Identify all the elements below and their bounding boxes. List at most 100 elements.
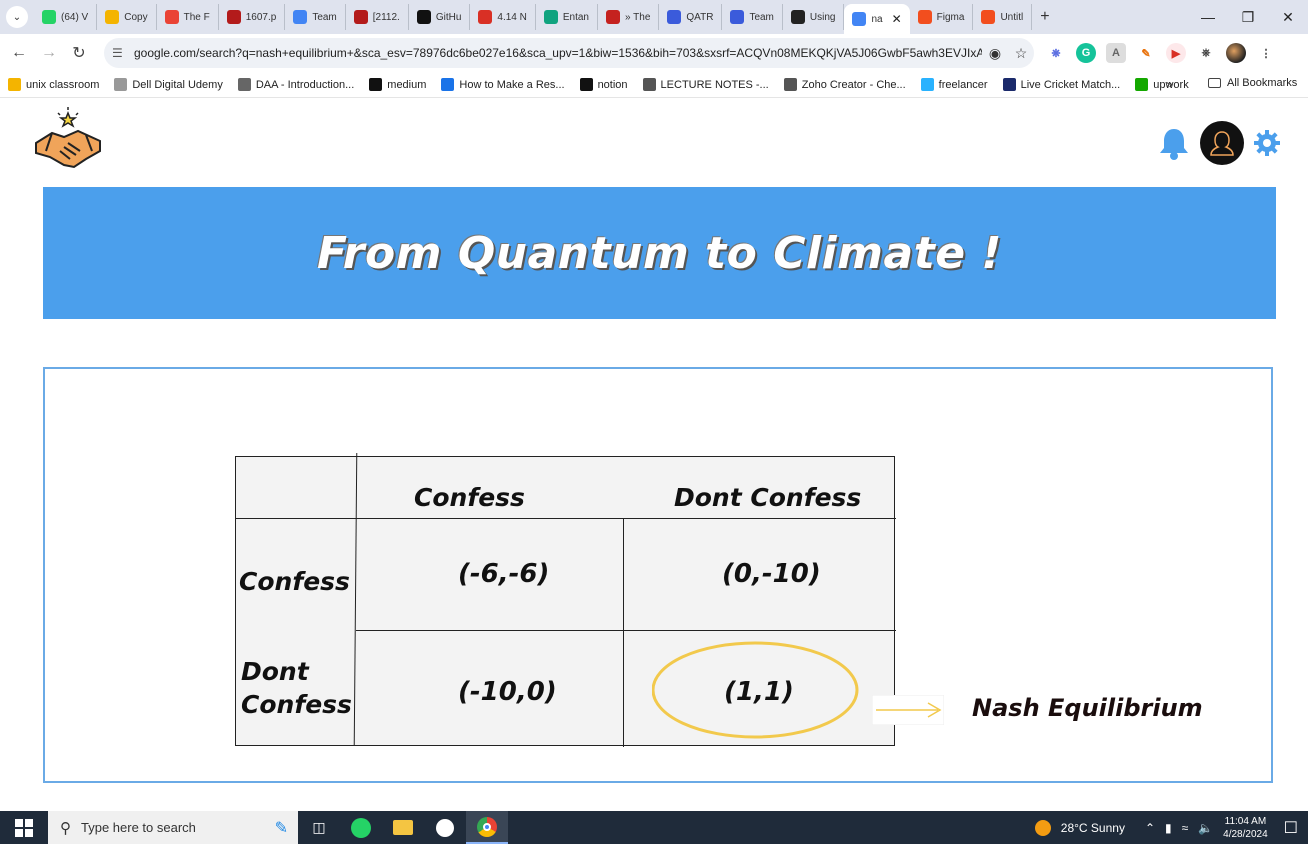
reload-icon[interactable]: ↻ — [64, 38, 94, 68]
extension-record-icon[interactable]: ▶ — [1166, 43, 1186, 63]
all-bookmarks-button[interactable]: All Bookmarks — [1208, 77, 1297, 89]
restore-icon[interactable]: ❐ — [1228, 0, 1268, 34]
search-highlight-icon: ✎ — [274, 819, 288, 837]
extension-pen-icon[interactable]: ✎ — [1136, 43, 1156, 63]
site-info-icon[interactable]: ☰ — [112, 46, 134, 60]
weather-text[interactable]: 28°C Sunny — [1061, 821, 1125, 835]
weather-icon[interactable] — [1034, 819, 1051, 836]
browser-tab[interactable]: [2112. — [346, 4, 409, 30]
bookmark-item[interactable]: Zoho Creator - Che... — [783, 78, 906, 91]
browser-tab[interactable]: 4.14 N — [470, 4, 536, 30]
row-header-confess: Confess — [239, 567, 350, 596]
bookmark-favicon-icon — [783, 78, 797, 91]
tray-chevron-up-icon[interactable]: ⌃ — [1145, 821, 1155, 835]
back-icon[interactable]: ← — [4, 38, 34, 68]
bookmark-item[interactable]: upwork — [1135, 78, 1189, 91]
tab-favicon-icon — [852, 12, 867, 26]
bookmark-item[interactable]: Dell Digital Udemy — [114, 78, 223, 91]
bookmark-favicon-icon — [1002, 78, 1016, 91]
tab-favicon-icon — [790, 10, 805, 24]
task-view-button[interactable]: ◫ — [298, 811, 340, 844]
bookmark-item[interactable]: unix classroom — [8, 78, 99, 91]
taskbar-chrome[interactable] — [466, 811, 508, 844]
taskbar-clock[interactable]: 11:04 AM 4/28/2024 — [1223, 815, 1268, 841]
browser-tab[interactable]: Untitl — [973, 4, 1033, 30]
browser-tab[interactable]: Using — [783, 4, 845, 30]
notifications-icon[interactable]: ☐ — [1284, 818, 1298, 838]
volume-mute-icon[interactable]: 🔈 — [1198, 821, 1213, 835]
bookmark-item[interactable]: DAA - Introduction... — [237, 78, 355, 91]
bookmark-item[interactable]: Live Cricket Match... — [1002, 78, 1121, 91]
taskbar-file-explorer[interactable] — [382, 811, 424, 844]
browser-tab[interactable]: Entan — [536, 4, 598, 30]
bookmark-item[interactable]: freelancer — [920, 78, 988, 91]
bookmark-item[interactable]: medium — [369, 78, 426, 91]
browser-tab[interactable]: 1607.p — [219, 4, 286, 30]
address-bar[interactable]: ☰ google.com/search?q=nash+equilibrium+&… — [104, 38, 1034, 68]
web-page: From Quantum to Climate ! Confess Dont C… — [0, 99, 1308, 811]
tab-active[interactable]: na ✕ — [844, 4, 910, 34]
extension-sparkle-icon[interactable]: ❋ — [1046, 43, 1066, 63]
tab-favicon-icon — [543, 10, 558, 24]
bookmarks-overflow-button[interactable]: » — [1166, 77, 1173, 91]
hero-banner: From Quantum to Climate ! — [43, 187, 1276, 319]
bookmark-item[interactable]: LECTURE NOTES -... — [642, 78, 769, 91]
bookmark-label: Live Cricket Match... — [1020, 78, 1121, 91]
matrix-divider — [236, 518, 896, 519]
browser-tab[interactable]: Team — [285, 4, 346, 30]
browser-tab[interactable]: QATR — [659, 4, 723, 30]
windows-taskbar: ⚲ Type here to search ✎ ◫ 28°C Sunny ⌃ ▮… — [0, 811, 1308, 844]
bookmark-star-icon[interactable]: ☆ — [1008, 45, 1034, 62]
new-tab-button[interactable]: + — [1040, 8, 1049, 26]
bookmark-favicon-icon — [369, 78, 383, 91]
bookmark-item[interactable]: How to Make a Res... — [441, 78, 565, 91]
bookmark-label: notion — [597, 78, 628, 91]
search-icon: ⚲ — [60, 819, 71, 837]
wifi-icon[interactable]: ≈ — [1182, 821, 1189, 835]
menu-kebab-icon[interactable]: ⋮ — [1256, 43, 1276, 63]
bookmark-favicon-icon — [920, 78, 934, 91]
bookmark-favicon-icon — [237, 78, 251, 91]
matrix-divider — [353, 453, 358, 745]
close-window-icon[interactable]: ✕ — [1268, 0, 1308, 34]
profile-avatar-icon[interactable] — [1226, 43, 1246, 63]
settings-gear-icon[interactable] — [1252, 128, 1282, 158]
browser-tab[interactable]: Figma — [910, 4, 974, 30]
bookmark-label: Zoho Creator - Che... — [801, 78, 906, 91]
tab-label: Figma — [936, 11, 965, 23]
browser-tab[interactable]: Team — [722, 4, 783, 30]
taskbar-search[interactable]: ⚲ Type here to search ✎ — [48, 811, 298, 844]
close-tab-icon[interactable]: ✕ — [892, 12, 902, 26]
bookmark-label: freelancer — [938, 78, 988, 91]
taskbar-whatsapp[interactable] — [340, 811, 382, 844]
minimize-icon[interactable]: — — [1188, 0, 1228, 34]
user-avatar[interactable] — [1200, 121, 1244, 165]
tab-favicon-icon — [164, 10, 179, 24]
taskbar-search-placeholder: Type here to search — [81, 820, 196, 835]
tab-label: The F — [183, 11, 210, 23]
windows-logo-icon — [15, 818, 33, 837]
browser-tab[interactable]: » The — [598, 4, 660, 30]
extensions-puzzle-icon[interactable]: ⎈ — [1196, 43, 1216, 63]
notification-bell-icon[interactable] — [1156, 125, 1192, 161]
tab-search-button[interactable]: ⌄ — [6, 6, 28, 28]
browser-tab[interactable]: Copy — [97, 4, 157, 30]
browser-tab[interactable]: The F — [157, 4, 219, 30]
tab-label: QATR — [686, 11, 714, 23]
system-tray: 28°C Sunny ⌃ ▮ ≈ 🔈 11:04 AM 4/28/2024 ☐ — [1034, 811, 1308, 844]
url-text[interactable]: google.com/search?q=nash+equilibrium+&sc… — [134, 46, 982, 60]
browser-tab[interactable]: (64) V — [34, 4, 98, 30]
battery-icon[interactable]: ▮ — [1165, 821, 1172, 835]
bookmark-item[interactable]: notion — [579, 78, 628, 91]
extension-grey-icon[interactable]: A — [1106, 43, 1126, 63]
tab-label: Entan — [562, 11, 589, 23]
browser-tab[interactable]: GitHu — [409, 4, 471, 30]
grammarly-icon[interactable]: G — [1076, 43, 1096, 63]
forward-icon[interactable]: → — [34, 38, 64, 68]
bookmark-label: DAA - Introduction... — [255, 78, 355, 91]
clock-time: 11:04 AM — [1224, 815, 1267, 827]
taskbar-app-circle[interactable] — [424, 811, 466, 844]
location-icon[interactable]: ◉ — [982, 45, 1008, 62]
tab-label: na — [871, 13, 883, 25]
start-button[interactable] — [0, 811, 48, 844]
